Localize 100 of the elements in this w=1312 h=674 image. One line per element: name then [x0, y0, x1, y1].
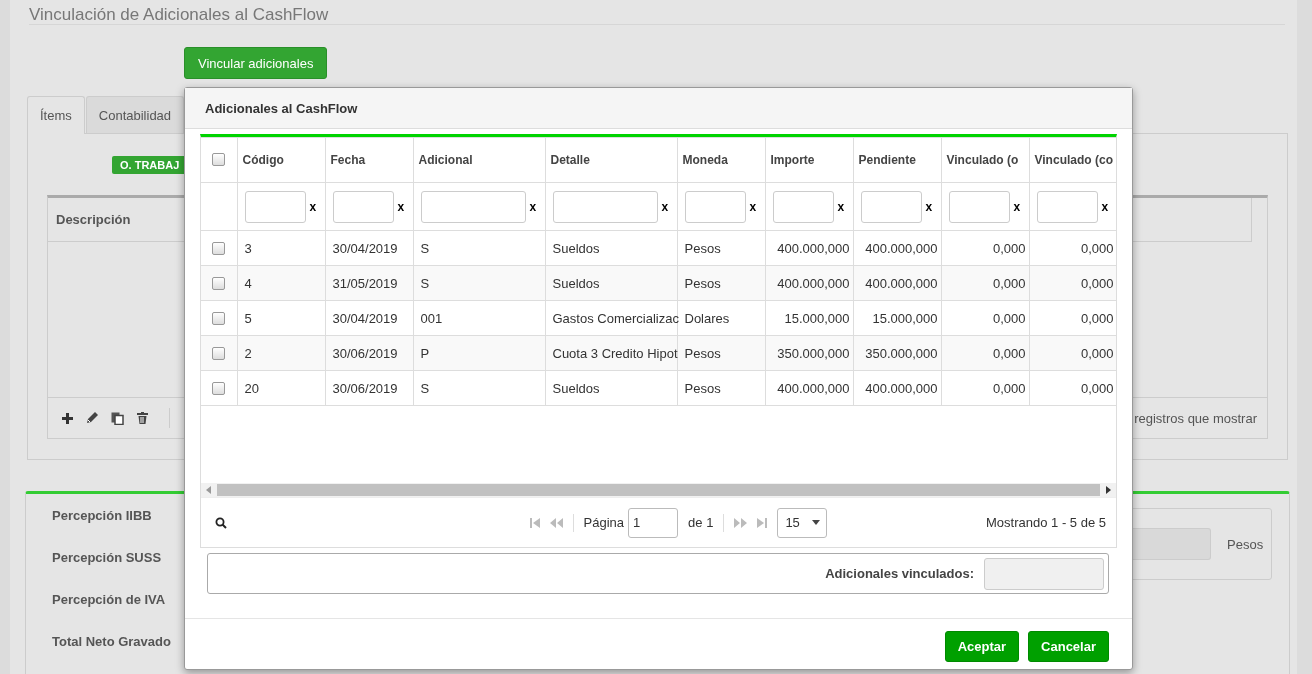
input-field[interactable] — [984, 557, 1104, 590]
records-summary: Mostrando 1 - 5 de 5 — [986, 515, 1106, 530]
table-cell: Pesos — [677, 370, 765, 406]
page-number-field[interactable]: 1 — [628, 507, 679, 538]
filter-field[interactable] — [552, 190, 658, 223]
table-cell: 30/06/2019 — [325, 335, 413, 371]
table-cell: 350.000,000 — [765, 335, 853, 371]
field-label: Percepción de IVA — [52, 592, 167, 608]
column-header[interactable]: Vinculado (o — [941, 137, 1029, 183]
table-cell: Sueldos — [545, 370, 677, 406]
tab[interactable]: Contabilidad — [85, 96, 185, 133]
table-cell: 0,000 — [941, 230, 1029, 266]
filter-field[interactable] — [772, 190, 834, 223]
column-header[interactable]: Código — [237, 137, 325, 183]
table-cell: 400.000,000 — [765, 265, 853, 301]
search-icon[interactable] — [215, 516, 227, 529]
field-label: Adicionales vinculados: — [825, 566, 974, 581]
tab[interactable]: Ítems — [27, 96, 85, 134]
table-cell: 400.000,000 — [765, 370, 853, 406]
table-cell: 4 — [237, 265, 325, 301]
table-cell: 0,000 — [941, 370, 1029, 406]
clear-filter-button[interactable]: x — [1013, 199, 1021, 214]
caret-icon[interactable] — [812, 520, 821, 525]
table-cell: 30/06/2019 — [325, 370, 413, 406]
table-cell: P — [413, 335, 545, 371]
table-cell: 5 — [237, 300, 325, 336]
clear-filter-button[interactable]: x — [397, 199, 405, 214]
row-checkbox[interactable] — [212, 381, 226, 395]
table-cell: S — [413, 230, 545, 266]
copy-icon[interactable] — [111, 411, 124, 425]
filter-field[interactable] — [860, 190, 922, 223]
scroll-left-icon[interactable] — [206, 486, 211, 494]
dialog-title: Adicionales al CashFlow — [205, 100, 358, 116]
table-cell: S — [413, 265, 545, 301]
table-cell: 3 — [237, 230, 325, 266]
clear-filter-button[interactable]: x — [661, 199, 669, 214]
page-size-dropdown[interactable]: 15 — [777, 507, 828, 538]
filter-field[interactable] — [244, 190, 306, 223]
table-cell: 0,000 — [941, 300, 1029, 336]
column-header[interactable]: Fecha — [325, 137, 413, 183]
clear-filter-button[interactable]: x — [529, 199, 537, 214]
table-cell: 2 — [237, 335, 325, 371]
column-header[interactable]: Pendiente — [853, 137, 941, 183]
previous-page-icon[interactable] — [549, 517, 563, 528]
column-header[interactable]: Moneda — [677, 137, 765, 183]
table-cell: Pesos — [677, 265, 765, 301]
plus-icon[interactable] — [62, 412, 73, 424]
clear-filter-button[interactable]: x — [1101, 199, 1109, 214]
first-page-icon[interactable] — [529, 517, 540, 528]
field-label: Total Neto Gravado — [52, 634, 171, 650]
table-cell: 400.000,000 — [853, 230, 941, 266]
clear-filter-button[interactable]: x — [749, 199, 757, 214]
table-cell: 400.000,000 — [853, 265, 941, 301]
scroll-right-icon[interactable] — [1106, 486, 1111, 494]
column-header[interactable]: Adicional — [413, 137, 545, 183]
table-cell: Gastos Comercializac — [545, 300, 677, 336]
table-cell: 0,000 — [1029, 265, 1116, 301]
page-count-label: de 1 — [688, 515, 714, 530]
filter-field[interactable] — [332, 190, 394, 223]
next-page-icon[interactable] — [734, 517, 748, 528]
table-cell: 20 — [237, 370, 325, 406]
input-field[interactable] — [1131, 528, 1211, 560]
last-page-icon[interactable] — [757, 517, 768, 528]
horizontal-scrollbar[interactable] — [201, 483, 1116, 497]
pencil-icon[interactable] — [86, 412, 98, 424]
table-cell: 31/05/2019 — [325, 265, 413, 301]
currency-label: Pesos — [1227, 536, 1264, 552]
field-label: Percepción IIBB — [52, 508, 153, 524]
table-cell: 15.000,000 — [853, 300, 941, 336]
table-cell: 0,000 — [1029, 335, 1116, 371]
row-checkbox[interactable] — [212, 276, 226, 290]
filter-field[interactable] — [684, 190, 746, 223]
row-checkbox[interactable] — [212, 311, 226, 325]
column-header[interactable]: Vinculado (co — [1029, 137, 1116, 183]
table-cell: Sueldos — [545, 230, 677, 266]
select-all-checkbox[interactable] — [212, 153, 226, 167]
table-cell: Sueldos — [545, 265, 677, 301]
table-cell: 0,000 — [941, 265, 1029, 301]
clear-filter-button[interactable]: x — [925, 199, 933, 214]
table-cell: 001 — [413, 300, 545, 336]
table-cell: Pesos — [677, 335, 765, 371]
column-header[interactable]: Detalle — [545, 137, 677, 183]
row-checkbox[interactable] — [212, 241, 226, 255]
page-label: Página — [583, 515, 625, 530]
clear-filter-button[interactable]: x — [309, 199, 317, 214]
trash-icon[interactable] — [137, 412, 148, 424]
empty-records-text: registros que mostrar — [1134, 410, 1257, 426]
filter-field[interactable] — [1036, 190, 1098, 223]
page-title: Vinculación de Adicionales al CashFlow — [29, 0, 1285, 25]
table-cell: 30/04/2019 — [325, 300, 413, 336]
scrollbar-thumb[interactable] — [217, 484, 1100, 496]
clear-filter-button[interactable]: x — [837, 199, 845, 214]
field-label: Percepción SUSS — [52, 550, 163, 566]
table-cell: Pesos — [677, 230, 765, 266]
table-cell: 400.000,000 — [853, 370, 941, 406]
column-header[interactable]: Importe — [765, 137, 853, 183]
table-cell: Cuota 3 Credito Hipot — [545, 335, 677, 371]
filter-field[interactable] — [420, 190, 526, 223]
filter-field[interactable] — [948, 190, 1010, 223]
row-checkbox[interactable] — [212, 346, 226, 360]
